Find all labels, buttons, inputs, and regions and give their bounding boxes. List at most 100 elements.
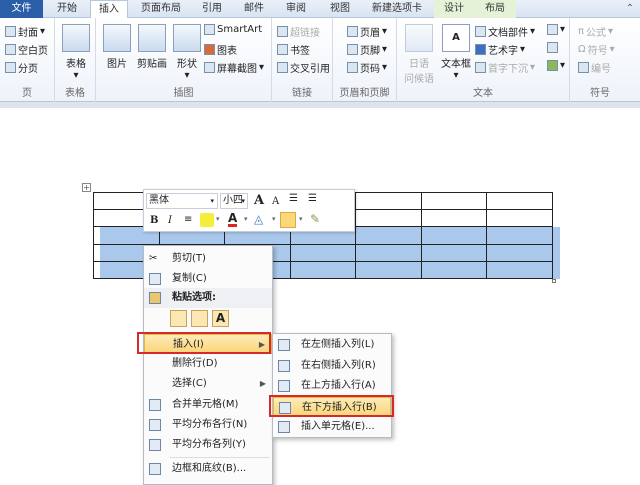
japanese-greeting-button[interactable]: 日语 问候语	[399, 24, 439, 85]
tab-new[interactable]: 新建选项卡	[364, 0, 430, 18]
paste-keep-format-icon[interactable]	[170, 310, 187, 327]
distribute-rows-icon	[149, 419, 161, 431]
submenu-item-insert-right[interactable]: 在右侧插入列(R)	[273, 356, 391, 376]
page-number-button[interactable]: 页码 ▾	[347, 60, 387, 75]
signature-line-icon[interactable]: ▾	[547, 24, 565, 35]
blank-page-button[interactable]: 空白页	[5, 42, 48, 57]
format-painter-icon[interactable]: ✎	[310, 212, 320, 226]
tab-layout[interactable]: 布局	[474, 0, 516, 18]
font-color-button[interactable]: A	[228, 212, 238, 227]
screenshot-button[interactable]: 屏幕截图 ▾	[204, 60, 264, 75]
paste-text-only-icon[interactable]: A	[212, 310, 229, 327]
hyperlink-button[interactable]: 超链接	[277, 24, 320, 39]
textbox-icon: A	[442, 24, 470, 52]
page-break-button[interactable]: 分页	[5, 60, 38, 75]
decrease-indent-icon[interactable]: ☰	[289, 193, 298, 204]
dropdown-arrow-icon[interactable]: ▾	[244, 215, 248, 223]
header-button[interactable]: 页眉 ▾	[347, 24, 387, 39]
collapse-ribbon-icon[interactable]: ⌃	[622, 0, 638, 18]
dropdown-arrow-icon[interactable]: ▾	[272, 215, 276, 223]
shapes-button[interactable]: 形状 ▾	[170, 24, 204, 81]
wordart-button[interactable]: 艺术字 ▾	[475, 42, 525, 57]
tab-review[interactable]: 审阅	[278, 0, 314, 18]
tab-view[interactable]: 视图	[322, 0, 358, 18]
menu-item-copy[interactable]: 复制(C)	[144, 269, 272, 289]
tab-mailings[interactable]: 邮件	[236, 0, 272, 18]
menu-item-delete-row[interactable]: 删除行(D)	[144, 354, 272, 374]
menu-item-distribute-columns[interactable]: 平均分布各列(Y)	[144, 435, 272, 455]
borders-icon[interactable]	[280, 212, 296, 228]
wordart-icon	[475, 44, 486, 55]
table-button[interactable]: 表格 ▾	[61, 24, 91, 81]
paste-merge-format-icon[interactable]	[191, 310, 208, 327]
menu-separator	[170, 457, 270, 458]
page-break-icon	[5, 62, 16, 73]
chart-button[interactable]: 图表	[204, 42, 237, 57]
smartart-button[interactable]: SmartArt	[204, 24, 262, 35]
quick-parts-button[interactable]: 文档部件 ▾	[475, 24, 535, 39]
date-time-icon[interactable]	[547, 42, 558, 53]
menu-item-distribute-rows[interactable]: 平均分布各行(N)	[144, 415, 272, 435]
group-pages: 封面 ▾ 空白页 分页 页	[0, 18, 55, 102]
group-label: 页眉和页脚	[339, 88, 390, 99]
group-text: 日语 问候语 A 文本框 ▾ 文档部件 ▾ 艺术字 ▾ 首字下沉 ▾ ▾ ▾ 文本	[397, 18, 570, 102]
menu-item-cut[interactable]: ✂ 剪切(T)	[144, 249, 272, 269]
picture-button[interactable]: 图片	[100, 24, 134, 70]
italic-button[interactable]: I	[168, 215, 172, 226]
tab-file[interactable]: 文件	[0, 0, 43, 18]
dropdown-arrow-icon[interactable]: ▾	[216, 215, 220, 223]
submenu-item-insert-left[interactable]: 在左侧插入列(L)	[273, 335, 391, 355]
group-label: 表格	[65, 88, 85, 99]
center-align-icon[interactable]: ≡	[184, 214, 192, 225]
shading-icon[interactable]: ◬	[254, 212, 263, 226]
bold-button[interactable]: B	[150, 215, 158, 226]
submenu-item-insert-above[interactable]: 在上方插入行(A)	[273, 376, 391, 396]
mini-toolbar: 黑体 ▾ 小四 ▾ A A ☰ ☰ B I ≡ ▾ A ▾ ◬ ▾ ▾ ✎	[143, 189, 355, 232]
table-resize-handle[interactable]	[552, 279, 556, 283]
menu-item-borders-shading[interactable]: 边框和底纹(B)...	[144, 459, 272, 479]
cross-reference-button[interactable]: 交叉引用	[277, 60, 330, 75]
numbering-button[interactable]: 编号	[578, 60, 611, 75]
clipart-button[interactable]: 剪贴画	[134, 24, 170, 70]
submenu-arrow-icon: ▶	[259, 379, 266, 388]
symbol-button[interactable]: Ω 符号 ▾	[578, 42, 615, 57]
textbox-button[interactable]: A 文本框 ▾	[439, 24, 473, 81]
group-label: 链接	[292, 88, 312, 99]
insert-cells-icon	[278, 421, 290, 433]
bookmark-icon	[277, 44, 288, 55]
object-icon[interactable]: ▾	[547, 60, 565, 71]
font-size-select[interactable]: 小四 ▾	[220, 193, 248, 209]
copy-icon	[149, 273, 161, 285]
tab-insert[interactable]: 插入	[90, 0, 128, 19]
dropdown-arrow-icon[interactable]: ▾	[299, 215, 303, 223]
submenu-item-insert-cells[interactable]: 插入单元格(E)...	[273, 417, 391, 437]
group-illustrations: 图片 剪贴画 形状 ▾ SmartArt 图表 屏幕截图 ▾ 插图	[96, 18, 272, 102]
group-table: 表格 ▾ 表格	[55, 18, 96, 102]
table-move-handle-icon[interactable]: +	[82, 183, 91, 192]
menu-item-select[interactable]: 选择(C) ▶	[144, 374, 272, 394]
drop-cap-button[interactable]: 首字下沉 ▾	[475, 60, 535, 75]
shrink-font-button[interactable]: A	[272, 196, 279, 207]
tab-page-layout[interactable]: 页面布局	[132, 0, 190, 18]
footer-icon	[347, 44, 358, 55]
cross-reference-icon	[277, 62, 288, 73]
equation-button[interactable]: π 公式 ▾	[578, 24, 613, 39]
scissors-icon: ✂	[149, 253, 158, 264]
tab-references[interactable]: 引用	[194, 0, 230, 18]
pi-icon: π	[578, 26, 585, 37]
chart-icon	[204, 44, 215, 55]
cover-page-button[interactable]: 封面 ▾	[5, 24, 45, 39]
bookmark-button[interactable]: 书签	[277, 42, 310, 57]
font-name-select[interactable]: 黑体 ▾	[146, 193, 218, 209]
footer-button[interactable]: 页脚 ▾	[347, 42, 387, 57]
group-symbols: π 公式 ▾ Ω 符号 ▾ 编号 符号	[570, 18, 630, 102]
increase-indent-icon[interactable]: ☰	[308, 193, 317, 204]
menu-item-merge-cells[interactable]: 合并单元格(M)	[144, 395, 272, 415]
distribute-columns-icon	[149, 439, 161, 451]
borders-shading-icon	[149, 463, 161, 475]
grow-font-button[interactable]: A	[254, 193, 264, 208]
highlight-box-insert-below	[269, 395, 394, 417]
tab-home[interactable]: 开始	[46, 0, 88, 18]
tab-design[interactable]: 设计	[434, 0, 474, 18]
highlight-color-icon[interactable]	[200, 213, 214, 227]
